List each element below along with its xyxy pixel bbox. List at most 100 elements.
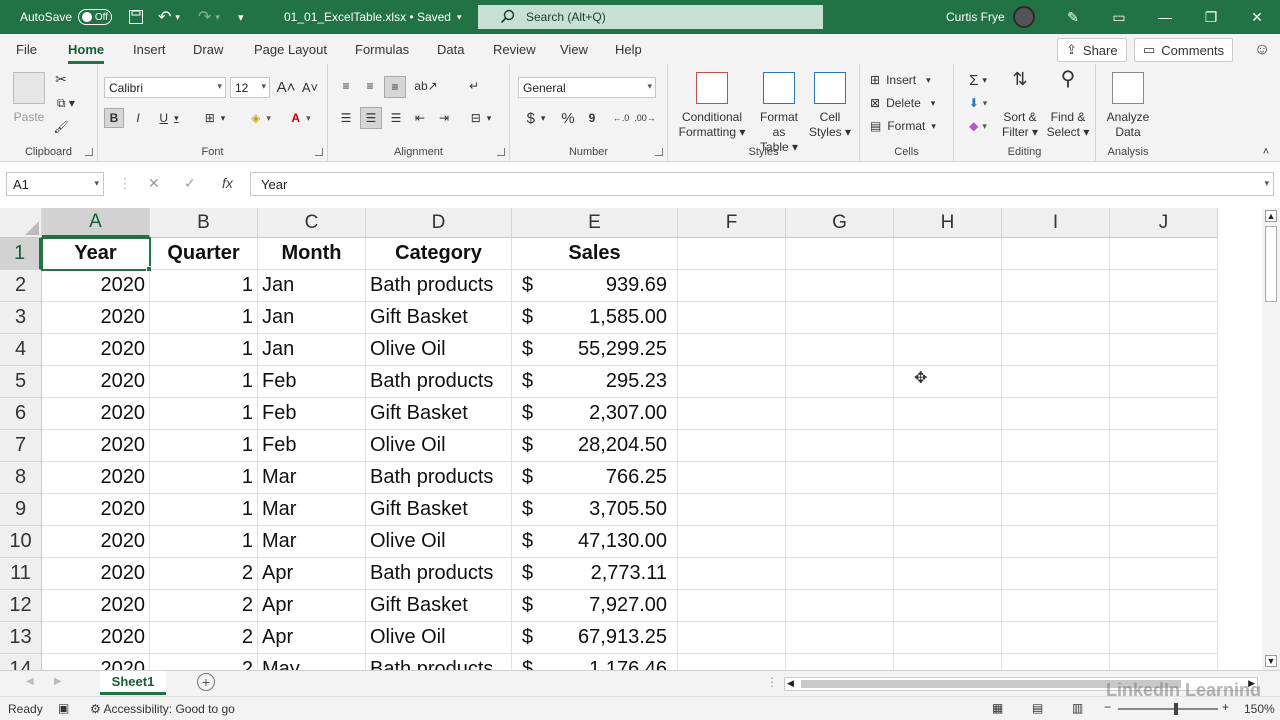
empty-cell[interactable] bbox=[786, 494, 894, 526]
empty-cell[interactable] bbox=[1110, 366, 1218, 398]
row-header[interactable]: 14 bbox=[0, 654, 42, 670]
cut-icon[interactable]: ✂ bbox=[52, 70, 70, 88]
underline-button[interactable]: U ▾ bbox=[154, 108, 184, 128]
cell-quarter[interactable]: 1 bbox=[150, 430, 258, 462]
cell-year[interactable]: 2020 bbox=[42, 590, 150, 622]
cell-quarter[interactable]: 1 bbox=[150, 366, 258, 398]
row-header[interactable]: 1 bbox=[0, 238, 42, 270]
row-header[interactable]: 10 bbox=[0, 526, 42, 558]
fill-handle[interactable] bbox=[146, 266, 152, 272]
empty-cell[interactable] bbox=[1002, 430, 1110, 462]
empty-cell[interactable] bbox=[786, 334, 894, 366]
cell-month[interactable]: Feb bbox=[258, 398, 366, 430]
empty-cell[interactable] bbox=[894, 430, 1002, 462]
cell-year[interactable]: 2020 bbox=[42, 366, 150, 398]
cell-month[interactable]: Mar bbox=[258, 494, 366, 526]
select-all-corner[interactable] bbox=[0, 208, 42, 238]
cell-year[interactable]: 2020 bbox=[42, 334, 150, 366]
sort-filter-button[interactable]: ⇅ Sort & Filter ▾ bbox=[998, 70, 1042, 140]
scroll-left-icon[interactable]: ◀ bbox=[787, 678, 794, 689]
user-name[interactable]: Curtis Frye bbox=[946, 0, 1005, 34]
cell-year[interactable]: 2020 bbox=[42, 622, 150, 654]
empty-cell[interactable] bbox=[1110, 238, 1218, 270]
column-header-j[interactable]: J bbox=[1110, 208, 1218, 238]
cell-year[interactable]: 2020 bbox=[42, 302, 150, 334]
empty-cell[interactable] bbox=[1002, 558, 1110, 590]
cell-quarter[interactable]: 1 bbox=[150, 302, 258, 334]
empty-cell[interactable] bbox=[786, 366, 894, 398]
cell-category[interactable]: Olive Oil bbox=[366, 526, 512, 558]
cell-quarter[interactable]: 2 bbox=[150, 654, 258, 670]
analyze-data-button[interactable]: Analyze Data bbox=[1102, 72, 1154, 140]
format-painter-icon[interactable]: 🖌 bbox=[52, 118, 70, 136]
save-icon[interactable] bbox=[128, 0, 144, 34]
empty-cell[interactable] bbox=[1110, 494, 1218, 526]
row-header[interactable]: 8 bbox=[0, 462, 42, 494]
cell-sales[interactable]: $2,307.00 bbox=[512, 398, 678, 430]
cell-sales[interactable]: $28,204.50 bbox=[512, 430, 678, 462]
column-header-f[interactable]: F bbox=[678, 208, 786, 238]
zoom-level[interactable]: 150% bbox=[1244, 702, 1275, 716]
cell-year[interactable]: 2020 bbox=[42, 526, 150, 558]
zoom-slider[interactable] bbox=[1118, 703, 1218, 715]
empty-cell[interactable] bbox=[894, 238, 1002, 270]
empty-cell[interactable] bbox=[894, 558, 1002, 590]
accessibility-status[interactable]: ⚙ Accessibility: Good to go bbox=[90, 702, 235, 716]
tab-help[interactable]: Help bbox=[615, 42, 642, 57]
cell-year[interactable]: 2020 bbox=[42, 270, 150, 302]
empty-cell[interactable] bbox=[786, 398, 894, 430]
zoom-slider-thumb[interactable] bbox=[1174, 703, 1178, 715]
cell-year[interactable]: 2020 bbox=[42, 558, 150, 590]
empty-cell[interactable] bbox=[1002, 590, 1110, 622]
share-button[interactable]: ⇪ Share bbox=[1057, 38, 1127, 62]
enter-icon[interactable]: ✓ bbox=[184, 175, 196, 192]
empty-cell[interactable] bbox=[678, 558, 786, 590]
empty-cell[interactable] bbox=[786, 462, 894, 494]
row-header[interactable]: 3 bbox=[0, 302, 42, 334]
accounting-format-icon[interactable]: $ ▾ bbox=[518, 108, 554, 128]
cell-category[interactable]: Bath products bbox=[366, 366, 512, 398]
empty-cell[interactable] bbox=[678, 398, 786, 430]
wrap-text-icon[interactable]: ↵ bbox=[464, 76, 484, 96]
cell-sales[interactable]: $1,585.00 bbox=[512, 302, 678, 334]
header-quarter[interactable]: Quarter bbox=[150, 238, 258, 270]
cell-month[interactable]: May bbox=[258, 654, 366, 670]
tab-split-icon[interactable]: ⋮ bbox=[766, 675, 778, 689]
increase-indent-icon[interactable]: ⇥ bbox=[434, 108, 454, 128]
comments-button[interactable]: ▭ Comments bbox=[1134, 38, 1234, 62]
fill-color-icon[interactable]: ◈ ▾ bbox=[244, 108, 278, 128]
column-header-h[interactable]: H bbox=[894, 208, 1002, 238]
macro-icon[interactable]: ▣ bbox=[58, 701, 69, 715]
tab-insert[interactable]: Insert bbox=[133, 42, 166, 57]
row-header[interactable]: 13 bbox=[0, 622, 42, 654]
filename[interactable]: 01_01_ExcelTable.xlsx • Saved ▾ bbox=[284, 0, 462, 34]
top-align-icon[interactable]: ≡ bbox=[336, 76, 356, 96]
cell-month[interactable]: Apr bbox=[258, 590, 366, 622]
empty-cell[interactable] bbox=[1110, 270, 1218, 302]
empty-cell[interactable] bbox=[1002, 366, 1110, 398]
cell-category[interactable]: Bath products bbox=[366, 462, 512, 494]
cell-month[interactable]: Feb bbox=[258, 366, 366, 398]
cell-quarter[interactable]: 1 bbox=[150, 494, 258, 526]
cell-quarter[interactable]: 2 bbox=[150, 590, 258, 622]
empty-cell[interactable] bbox=[1110, 558, 1218, 590]
cell-category[interactable]: Gift Basket bbox=[366, 302, 512, 334]
empty-cell[interactable] bbox=[678, 654, 786, 670]
tab-view[interactable]: View bbox=[560, 42, 588, 57]
cell-month[interactable]: Apr bbox=[258, 622, 366, 654]
cell-category[interactable]: Olive Oil bbox=[366, 334, 512, 366]
header-month[interactable]: Month bbox=[258, 238, 366, 270]
align-right-icon[interactable]: ☰ bbox=[386, 108, 406, 128]
row-header[interactable]: 6 bbox=[0, 398, 42, 430]
empty-cell[interactable] bbox=[894, 366, 1002, 398]
empty-cell[interactable] bbox=[1110, 430, 1218, 462]
font-name-select[interactable]: Calibri ▾ bbox=[104, 77, 226, 98]
column-header-e[interactable]: E bbox=[512, 208, 678, 238]
empty-cell[interactable] bbox=[786, 590, 894, 622]
column-header-b[interactable]: B bbox=[150, 208, 258, 238]
row-header[interactable]: 11 bbox=[0, 558, 42, 590]
empty-cell[interactable] bbox=[678, 302, 786, 334]
autosave-toggle[interactable]: Off bbox=[78, 9, 113, 25]
empty-cell[interactable] bbox=[1002, 302, 1110, 334]
empty-cell[interactable] bbox=[894, 462, 1002, 494]
